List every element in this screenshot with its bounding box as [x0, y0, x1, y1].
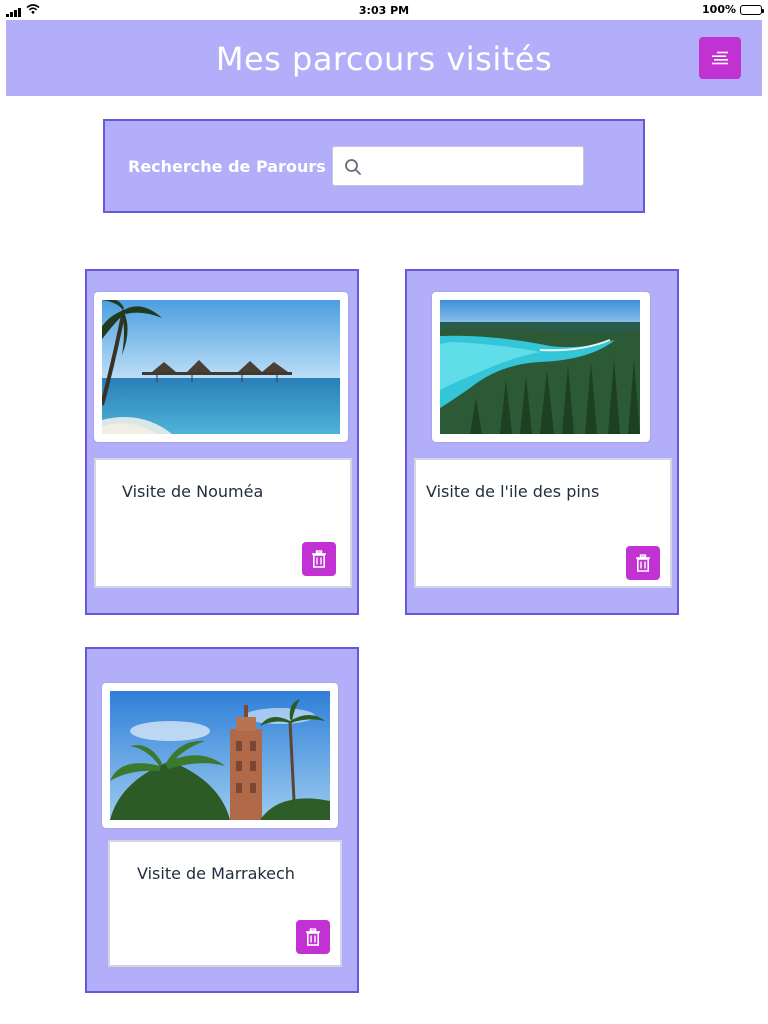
status-right: 100%: [702, 3, 764, 16]
trash-icon: [312, 550, 326, 568]
card-title: Visite de l'ile des pins: [426, 482, 600, 501]
battery-percent: 100%: [702, 3, 736, 16]
card-title: Visite de Nouméa: [122, 482, 264, 501]
noumea-beach-photo: [102, 300, 340, 434]
menu-button[interactable]: [699, 37, 741, 79]
parcours-card-noumea[interactable]: Visite de Nouméa: [85, 269, 359, 615]
page-title: Mes parcours visités: [215, 40, 553, 78]
parcours-card-marrakech[interactable]: Visite de Marrakech: [85, 647, 359, 993]
delete-button[interactable]: [626, 546, 660, 580]
search-icon: [345, 159, 361, 175]
info-box: Visite de Nouméa: [94, 458, 352, 588]
trash-icon: [306, 928, 320, 946]
status-time: 3:03 PM: [358, 4, 410, 17]
search-label: Recherche de Parours: [128, 157, 326, 176]
status-bar: 3:03 PM 100%: [0, 0, 768, 20]
photo-frame: [432, 292, 650, 442]
search-panel: Recherche de Parours: [103, 119, 645, 213]
info-box: Visite de l'ile des pins: [414, 458, 672, 588]
card-title: Visite de Marrakech: [137, 864, 295, 883]
app-header: Mes parcours visités: [6, 20, 762, 96]
battery-icon: [740, 4, 764, 15]
photo-frame: [94, 292, 348, 442]
marrakech-minaret-photo: [110, 691, 330, 820]
info-box: Visite de Marrakech: [108, 840, 342, 967]
ile-des-pins-lagoon-photo: [440, 300, 640, 434]
parcours-card-ile-des-pins[interactable]: Visite de l'ile des pins: [405, 269, 679, 615]
delete-button[interactable]: [296, 920, 330, 954]
photo-frame: [102, 683, 338, 828]
trash-icon: [636, 554, 650, 572]
search-input[interactable]: [369, 147, 579, 185]
delete-button[interactable]: [302, 542, 336, 576]
search-field[interactable]: [332, 146, 584, 186]
menu-lines-icon: [712, 51, 728, 65]
